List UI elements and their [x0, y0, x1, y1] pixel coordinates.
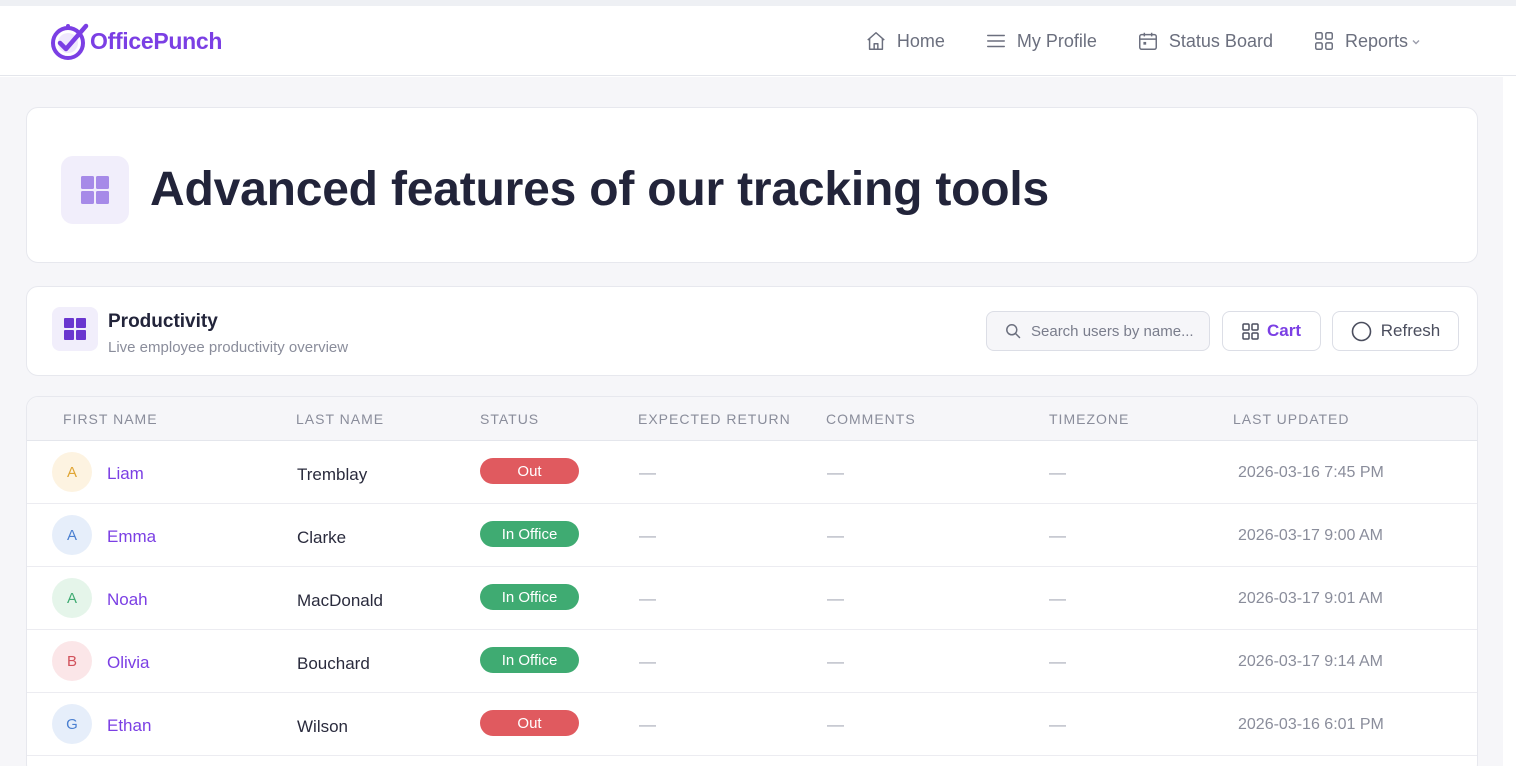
column-header-last-name[interactable]: LAST NAME: [296, 411, 384, 427]
comments-value: —: [827, 652, 844, 671]
timezone-value: —: [1049, 589, 1066, 608]
comments-value: —: [827, 715, 844, 734]
search-box[interactable]: [986, 311, 1210, 351]
last-updated-value: 2026-03-17 9:00 AM: [1238, 527, 1383, 544]
nav-reports[interactable]: Reports: [1313, 30, 1422, 52]
avatar: A: [52, 515, 92, 555]
column-header-timezone[interactable]: TIMEZONE: [1049, 411, 1129, 427]
grid-icon: [1242, 322, 1259, 340]
productivity-header: Productivity Live employee productivity …: [26, 286, 1478, 376]
column-header-last-updated[interactable]: LAST UPDATED: [1233, 411, 1350, 427]
section-title: Productivity: [108, 311, 218, 332]
status-badge: In Office: [480, 521, 579, 547]
first-name-link[interactable]: Noah: [107, 590, 148, 610]
expected-return-value: —: [639, 715, 656, 734]
main-nav: Home My Profile Status Board Reports: [825, 6, 1422, 76]
table-header: FIRST NAME LAST NAME STATUS EXPECTED RET…: [27, 397, 1477, 441]
productivity-icon-box: [52, 307, 98, 351]
search-icon: [1006, 324, 1021, 339]
column-header-first-name[interactable]: FIRST NAME: [63, 411, 158, 427]
table-row[interactable]: A Emma Clarke In Office — — — 2026-03-17 9:00 A…: [27, 504, 1477, 567]
grid-icon: [64, 318, 86, 340]
avatar: A: [52, 578, 92, 618]
comments-value: —: [827, 463, 844, 482]
nav-my-profile[interactable]: My Profile: [985, 30, 1097, 52]
timezone-value: —: [1049, 463, 1066, 482]
nav-home-label: Home: [896, 30, 945, 51]
nav-reports-label: Reports: [1344, 30, 1408, 51]
nav-home[interactable]: Home: [865, 30, 945, 52]
last-name: Bouchard: [297, 654, 370, 673]
cart-button[interactable]: Cart: [1222, 311, 1321, 351]
comments-value: —: [827, 526, 844, 545]
search-input[interactable]: [1031, 322, 1203, 340]
scrollbar[interactable]: [1503, 77, 1516, 766]
last-name: Tremblay: [297, 465, 368, 484]
brand-name: OfficePunch: [90, 27, 223, 54]
last-name: MacDonald: [297, 591, 383, 610]
hero-icon-box: [61, 156, 129, 224]
grid-icon: [1314, 32, 1333, 50]
first-name-link[interactable]: Olivia: [107, 653, 150, 673]
refresh-button[interactable]: Refresh: [1332, 311, 1459, 351]
last-updated-value: 2026-03-16 6:01 PM: [1238, 716, 1384, 733]
avatar: B: [52, 641, 92, 681]
last-updated-value: 2026-03-17 9:14 AM: [1238, 653, 1383, 670]
first-name-link[interactable]: Ethan: [107, 716, 151, 736]
avatar: A: [52, 452, 92, 492]
timezone-value: —: [1049, 715, 1066, 734]
table-row[interactable]: A Liam Tremblay Out — — — 2026-03-16 7:45 PM: [27, 441, 1477, 504]
status-badge: In Office: [480, 647, 579, 673]
table-row[interactable]: G Ethan Wilson Out — — — 2026-03-16 6:01 PM: [27, 693, 1477, 756]
comments-value: —: [827, 589, 844, 608]
section-subtitle: Live employee productivity overview: [108, 339, 349, 356]
column-header-comments[interactable]: COMMENTS: [826, 411, 916, 427]
refresh-button-label: Refresh: [1380, 321, 1441, 340]
last-name: Clarke: [297, 528, 347, 547]
timezone-value: —: [1049, 652, 1066, 671]
first-name-link[interactable]: Liam: [107, 464, 144, 484]
grid-icon: [81, 176, 109, 204]
status-badge: In Office: [480, 584, 579, 610]
top-navbar: OfficePunch Home My Profile Status Board…: [0, 6, 1516, 76]
last-updated-value: 2026-03-17 9:01 AM: [1238, 590, 1383, 607]
expected-return-value: —: [639, 463, 656, 482]
chevron-down-icon: [1412, 40, 1420, 45]
table-row[interactable]: A Noah MacDonald In Office — — — 2026-03-17 9:0…: [27, 567, 1477, 630]
logo-icon: [51, 23, 89, 60]
employee-table: FIRST NAME LAST NAME STATUS EXPECTED RET…: [26, 396, 1478, 766]
nav-status-board-label: Status Board: [1168, 30, 1273, 51]
calendar-icon: [1138, 32, 1157, 50]
last-name: Wilson: [297, 717, 349, 736]
column-header-expected-return[interactable]: EXPECTED RETURN: [638, 411, 791, 427]
avatar: G: [52, 704, 92, 744]
refresh-icon: [1351, 321, 1372, 341]
cart-button-label: Cart: [1266, 321, 1301, 340]
table-row[interactable]: B Olivia Bouchard In Office — — — 2026-03-17 9:…: [27, 630, 1477, 693]
menu-lines-icon: [986, 34, 1005, 48]
expected-return-value: —: [639, 526, 656, 545]
status-badge: Out: [480, 458, 579, 484]
expected-return-value: —: [639, 652, 656, 671]
last-updated-value: 2026-03-16 7:45 PM: [1238, 464, 1384, 481]
page-title: Advanced features of our tracking tools: [150, 163, 1050, 216]
home-icon: [867, 32, 885, 50]
first-name-link[interactable]: Emma: [107, 527, 156, 547]
brand[interactable]: OfficePunch: [46, 20, 222, 62]
column-header-status[interactable]: STATUS: [480, 411, 539, 427]
timezone-value: —: [1049, 526, 1066, 545]
hero-card: Advanced features of our tracking tools: [26, 107, 1478, 263]
status-badge: Out: [480, 710, 579, 736]
nav-my-profile-label: My Profile: [1016, 30, 1097, 51]
nav-status-board[interactable]: Status Board: [1137, 30, 1273, 52]
expected-return-value: —: [639, 589, 656, 608]
